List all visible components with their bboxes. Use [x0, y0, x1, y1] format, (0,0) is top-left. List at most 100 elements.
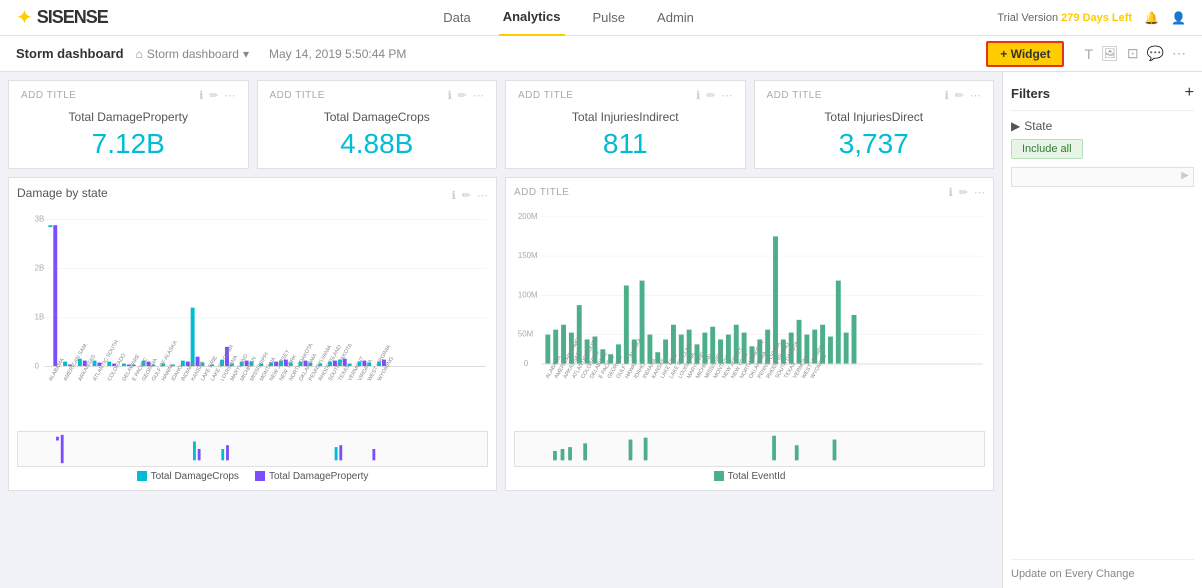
- edit-icon-3[interactable]: ✏: [955, 89, 964, 102]
- svg-text:3B: 3B: [35, 214, 45, 223]
- chart1-title: Damage by state: [17, 186, 108, 200]
- chart1-area: 3B 2B 1B 0: [17, 208, 488, 427]
- chart2-mini-svg: [515, 432, 984, 466]
- kpi-add-title-1[interactable]: ADD TITLE: [270, 90, 325, 101]
- legend-dot-property: [255, 471, 265, 481]
- kpi-card-1: ADD TITLE ℹ ✏ ⋯ Total DamageCrops 4.88B: [257, 80, 498, 169]
- top-nav: ✦ SISENSE Data Analytics Pulse Admin Tri…: [0, 0, 1202, 36]
- logo-text: SISENSE: [37, 7, 108, 28]
- filter-state-label: State: [1024, 119, 1052, 133]
- edit-icon-0[interactable]: ✏: [209, 89, 218, 102]
- filter-state-section: ▶ State Include all ▶: [1011, 119, 1194, 187]
- chart2-mini[interactable]: [514, 431, 985, 467]
- dashboard-bar: Storm dashboard ⌂ Storm dashboard ▾ May …: [0, 36, 1202, 72]
- chart-card-2: ADD TITLE ℹ ✏ ⋯ 200M 150M 100M 50M 0: [505, 177, 994, 491]
- breadcrumb-label[interactable]: Storm dashboard: [147, 47, 239, 61]
- trial-version-label: Trial Version 279 Days Left: [997, 12, 1132, 24]
- more-icon[interactable]: ⋯: [1172, 45, 1186, 62]
- chart1-legend: Total DamageCrops Total DamageProperty: [17, 471, 488, 482]
- kpi-card-2: ADD TITLE ℹ ✏ ⋯ Total InjuriesIndirect 8…: [505, 80, 746, 169]
- bell-icon[interactable]: 🔔: [1144, 11, 1159, 25]
- toolbar-right: + Widget: [986, 41, 1064, 67]
- include-all-button[interactable]: Include all: [1011, 139, 1083, 159]
- add-filter-button[interactable]: +: [1185, 84, 1194, 102]
- nav-right: Trial Version 279 Days Left 🔔 👤: [997, 11, 1186, 25]
- chevron-down-icon: ▾: [243, 47, 249, 61]
- home-icon: ⌂: [136, 47, 143, 61]
- kpi-row: ADD TITLE ℹ ✏ ⋯ Total DamageProperty 7.1…: [8, 80, 994, 169]
- svg-text:2B: 2B: [35, 263, 45, 272]
- dashboard-name: Storm dashboard: [16, 46, 124, 61]
- edit-icon-c1[interactable]: ✏: [462, 189, 471, 202]
- legend-label-eventid: Total EventId: [728, 471, 786, 482]
- more-icon-0[interactable]: ⋯: [225, 89, 236, 102]
- nav-data[interactable]: Data: [439, 0, 474, 36]
- svg-text:100M: 100M: [518, 290, 538, 299]
- edit-icon-2[interactable]: ✏: [706, 89, 715, 102]
- info-icon-3[interactable]: ℹ: [945, 89, 949, 102]
- legend-item-property: Total DamageProperty: [255, 471, 369, 482]
- toolbar-icons: T 🖼 ⊡ 💬 ⋯: [1084, 45, 1186, 62]
- nav-admin[interactable]: Admin: [653, 0, 698, 36]
- svg-text:150M: 150M: [518, 251, 538, 260]
- filter-state-icon: ▶: [1181, 170, 1189, 181]
- more-icon-c2[interactable]: ⋯: [974, 186, 985, 199]
- share-icon[interactable]: ⊡: [1127, 45, 1139, 62]
- sidebar-footer: Update on Every Change: [1011, 559, 1194, 580]
- kpi-card-3: ADD TITLE ℹ ✏ ⋯ Total InjuriesDirect 3,7…: [754, 80, 995, 169]
- dashboard-area: ADD TITLE ℹ ✏ ⋯ Total DamageProperty 7.1…: [0, 72, 1002, 588]
- svg-text:0: 0: [524, 359, 529, 368]
- comment-icon[interactable]: 💬: [1147, 45, 1164, 62]
- chart2-add-title[interactable]: ADD TITLE: [514, 187, 569, 198]
- chart-card-1: Damage by state ℹ ✏ ⋯ 3B 2B 1B 0: [8, 177, 497, 491]
- more-icon-1[interactable]: ⋯: [473, 89, 484, 102]
- logo-icon: ✦: [16, 5, 33, 30]
- svg-text:0: 0: [35, 361, 40, 370]
- info-icon-1[interactable]: ℹ: [448, 89, 452, 102]
- kpi-add-title-3[interactable]: ADD TITLE: [767, 90, 822, 101]
- chevron-right-icon: ▶: [1011, 119, 1020, 133]
- chart2-legend: Total EventId: [514, 471, 985, 482]
- filters-sidebar: Filters + ▶ State Include all ▶ Update o…: [1002, 72, 1202, 588]
- info-icon-c1[interactable]: ℹ: [452, 189, 456, 202]
- image-icon[interactable]: 🖼: [1101, 45, 1119, 62]
- update-label: Update on Every Change: [1011, 568, 1135, 580]
- chart1-mini[interactable]: [17, 431, 488, 467]
- text-icon[interactable]: T: [1084, 46, 1093, 62]
- chart-row: Damage by state ℹ ✏ ⋯ 3B 2B 1B 0: [8, 177, 994, 491]
- kpi-label-3: Total InjuriesDirect: [767, 110, 982, 124]
- add-widget-button[interactable]: + Widget: [986, 41, 1064, 67]
- filter-state-header[interactable]: ▶ State: [1011, 119, 1194, 133]
- info-icon-0[interactable]: ℹ: [199, 89, 203, 102]
- kpi-add-title-0[interactable]: ADD TITLE: [21, 90, 76, 101]
- more-icon-3[interactable]: ⋯: [970, 89, 981, 102]
- chart1-svg: 3B 2B 1B 0: [17, 208, 488, 427]
- kpi-value-1: 4.88B: [270, 128, 485, 160]
- main-layout: ADD TITLE ℹ ✏ ⋯ Total DamageProperty 7.1…: [0, 72, 1202, 588]
- kpi-label-2: Total InjuriesIndirect: [518, 110, 733, 124]
- kpi-add-title-2[interactable]: ADD TITLE: [518, 90, 573, 101]
- svg-text:1B: 1B: [35, 312, 45, 321]
- user-icon[interactable]: 👤: [1171, 11, 1186, 25]
- info-icon-c2[interactable]: ℹ: [949, 186, 953, 199]
- nav-analytics[interactable]: Analytics: [499, 0, 565, 36]
- kpi-card-0: ADD TITLE ℹ ✏ ⋯ Total DamageProperty 7.1…: [8, 80, 249, 169]
- legend-label-property: Total DamageProperty: [269, 471, 369, 482]
- more-icon-c1[interactable]: ⋯: [477, 189, 488, 202]
- edit-icon-1[interactable]: ✏: [458, 89, 467, 102]
- edit-icon-c2[interactable]: ✏: [959, 186, 968, 199]
- filter-state-bar: ▶: [1011, 167, 1194, 187]
- chart2-area: 200M 150M 100M 50M 0: [514, 203, 985, 427]
- legend-dot-eventid: [714, 471, 724, 481]
- kpi-value-0: 7.12B: [21, 128, 236, 160]
- breadcrumb: ⌂ Storm dashboard ▾: [136, 47, 249, 61]
- more-icon-2[interactable]: ⋯: [722, 89, 733, 102]
- logo: ✦ SISENSE: [16, 5, 108, 30]
- legend-item-crops: Total DamageCrops: [137, 471, 239, 482]
- info-icon-2[interactable]: ℹ: [696, 89, 700, 102]
- nav-pulse[interactable]: Pulse: [589, 0, 630, 36]
- legend-item-eventid: Total EventId: [714, 471, 786, 482]
- kpi-label-1: Total DamageCrops: [270, 110, 485, 124]
- legend-dot-crops: [137, 471, 147, 481]
- nav-links: Data Analytics Pulse Admin: [140, 0, 998, 36]
